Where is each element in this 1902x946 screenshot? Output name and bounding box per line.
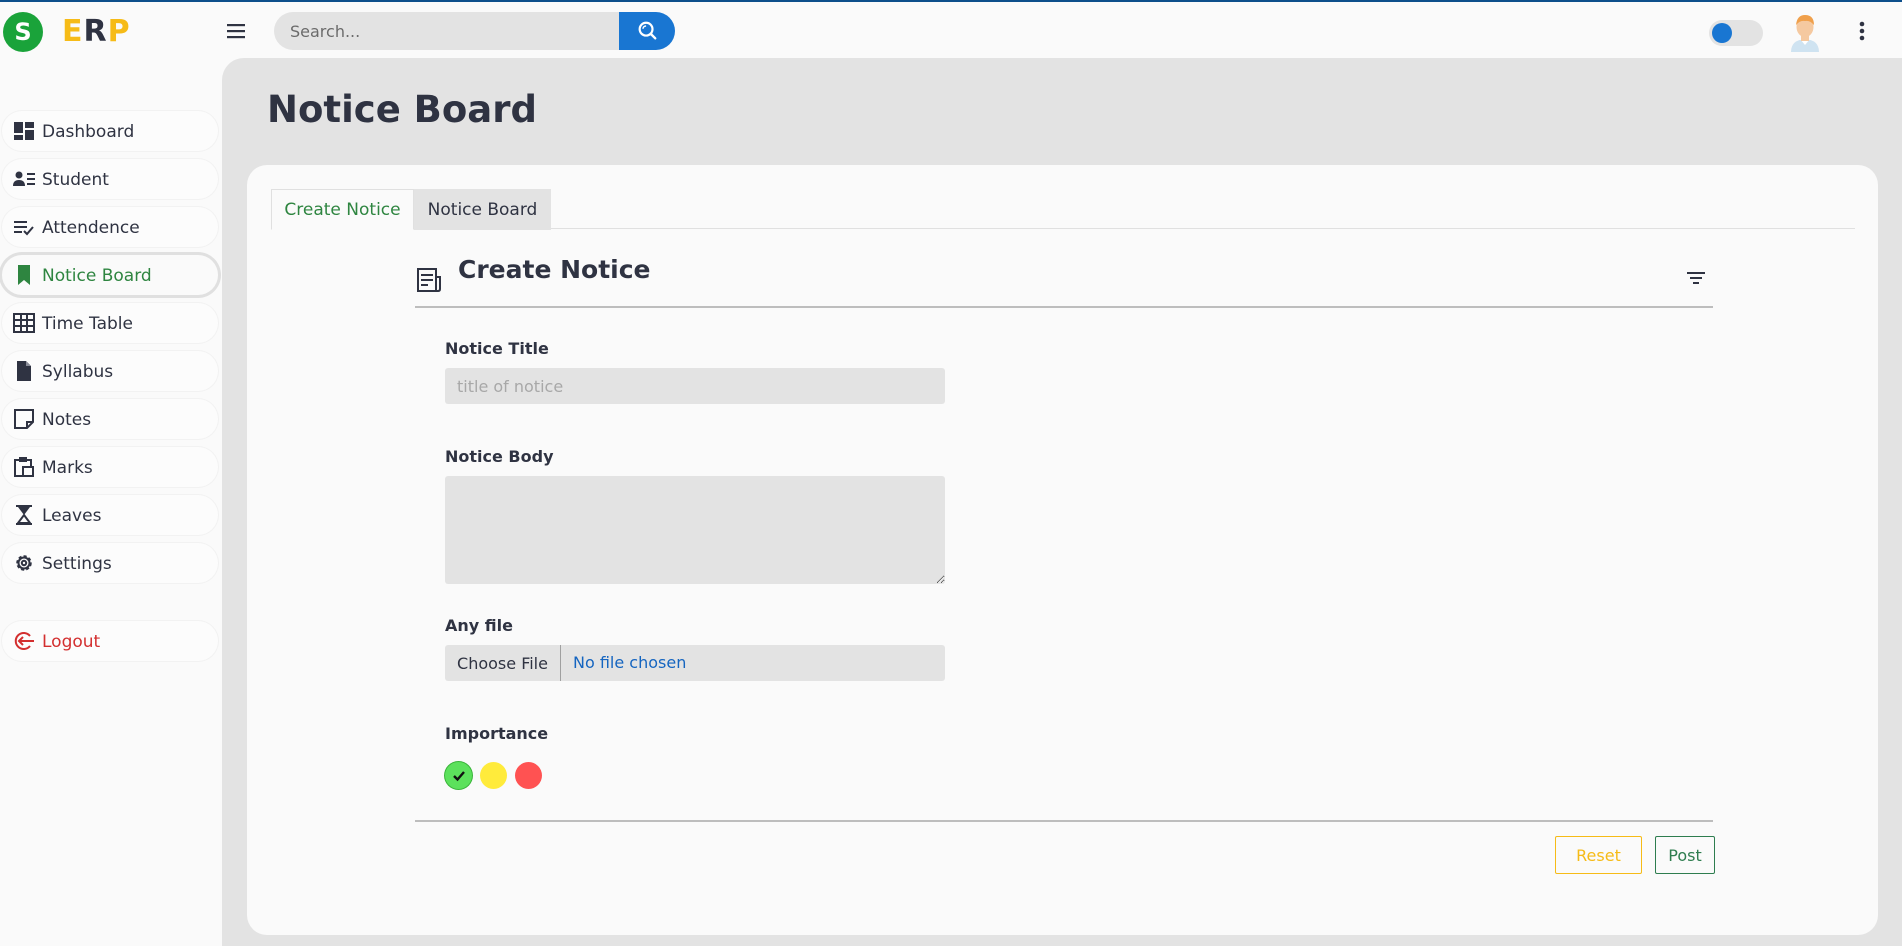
- document-icon: [17, 361, 31, 381]
- top-bar: S ERP: [0, 2, 1902, 58]
- user-avatar-icon[interactable]: [1788, 12, 1822, 52]
- sidebar-item-label: Notice Board: [42, 266, 152, 286]
- notice-title-label: Notice Title: [445, 339, 549, 358]
- attendance-icon: [14, 221, 34, 236]
- sidebar-item-settings[interactable]: Settings: [2, 543, 218, 583]
- reset-button[interactable]: Reset: [1555, 836, 1642, 874]
- hourglass-icon: [16, 505, 32, 525]
- importance-high-option[interactable]: [515, 762, 542, 789]
- divider: [415, 306, 1713, 308]
- search-icon: [638, 21, 657, 40]
- sidebar-item-dashboard[interactable]: Dashboard: [2, 111, 218, 151]
- main-content: Notice Board Create Notice Notice Board …: [222, 58, 1902, 946]
- tab-notice-board[interactable]: Notice Board: [414, 189, 551, 230]
- sidebar-item-notes[interactable]: Notes: [2, 399, 218, 439]
- sidebar-item-label: Marks: [42, 458, 93, 478]
- sidebar-item-time-table[interactable]: Time Table: [2, 303, 218, 343]
- sidebar-item-label: Leaves: [42, 506, 102, 526]
- tab-create-notice[interactable]: Create Notice: [271, 189, 414, 230]
- file-input[interactable]: Choose File No file chosen: [445, 645, 945, 681]
- search-button[interactable]: [619, 12, 675, 50]
- any-file-label: Any file: [445, 616, 513, 635]
- checkmark-icon: [452, 770, 465, 781]
- search-input[interactable]: [274, 12, 620, 50]
- sidebar-item-syllabus[interactable]: Syllabus: [2, 351, 218, 391]
- form-title: Create Notice: [458, 255, 651, 284]
- clipboard-icon: [14, 457, 34, 477]
- kebab-menu-icon[interactable]: [1851, 19, 1873, 43]
- bookmark-icon: [18, 265, 30, 285]
- search-bar: [274, 12, 675, 50]
- file-status-text: No file chosen: [573, 653, 687, 672]
- tab-bar: Create Notice Notice Board: [271, 189, 1855, 230]
- sidebar-item-label: Student: [42, 170, 109, 190]
- sidebar-item-label: Notes: [42, 410, 92, 430]
- logout-icon: [14, 632, 34, 650]
- sidebar-item-label: Dashboard: [42, 122, 135, 142]
- importance-label: Importance: [445, 724, 549, 743]
- sidebar-item-logout[interactable]: Logout: [2, 621, 218, 661]
- newspaper-icon: [417, 268, 441, 292]
- filter-icon[interactable]: [1685, 267, 1707, 289]
- sidebar-item-student[interactable]: Student: [2, 159, 218, 199]
- sidebar-item-attendence[interactable]: Attendence: [2, 207, 218, 247]
- choose-file-button[interactable]: Choose File: [445, 645, 561, 681]
- sidebar-item-label: Logout: [42, 632, 101, 652]
- gear-icon: [16, 555, 32, 571]
- dashboard-icon: [14, 122, 34, 140]
- notice-card: Create Notice Notice Board Create Notice…: [247, 165, 1878, 935]
- sidebar-item-label: Attendence: [42, 218, 140, 238]
- toggle-knob: [1712, 23, 1732, 43]
- sidebar-item-label: Syllabus: [42, 362, 114, 382]
- importance-low-option[interactable]: [445, 762, 472, 789]
- page-title: Notice Board: [267, 88, 537, 131]
- sidebar-item-label: Time Table: [42, 314, 133, 334]
- importance-medium-option[interactable]: [480, 762, 507, 789]
- sidebar-item-notice-board[interactable]: Notice Board: [2, 255, 218, 295]
- notice-body-textarea[interactable]: [445, 476, 945, 584]
- sidebar-item-leaves[interactable]: Leaves: [2, 495, 218, 535]
- sidebar-item-label: Settings: [42, 554, 112, 574]
- notice-body-label: Notice Body: [445, 447, 554, 466]
- table-icon: [13, 313, 35, 333]
- logo-icon: S: [3, 12, 43, 52]
- hamburger-menu-icon[interactable]: [224, 19, 248, 43]
- student-icon: [13, 171, 35, 186]
- divider: [415, 820, 1713, 822]
- sticky-note-icon: [14, 409, 34, 429]
- post-button[interactable]: Post: [1655, 836, 1715, 874]
- notice-title-input[interactable]: [445, 368, 945, 404]
- sidebar-item-marks[interactable]: Marks: [2, 447, 218, 487]
- app-logo-text: ERP: [62, 14, 131, 49]
- theme-toggle[interactable]: [1709, 20, 1763, 46]
